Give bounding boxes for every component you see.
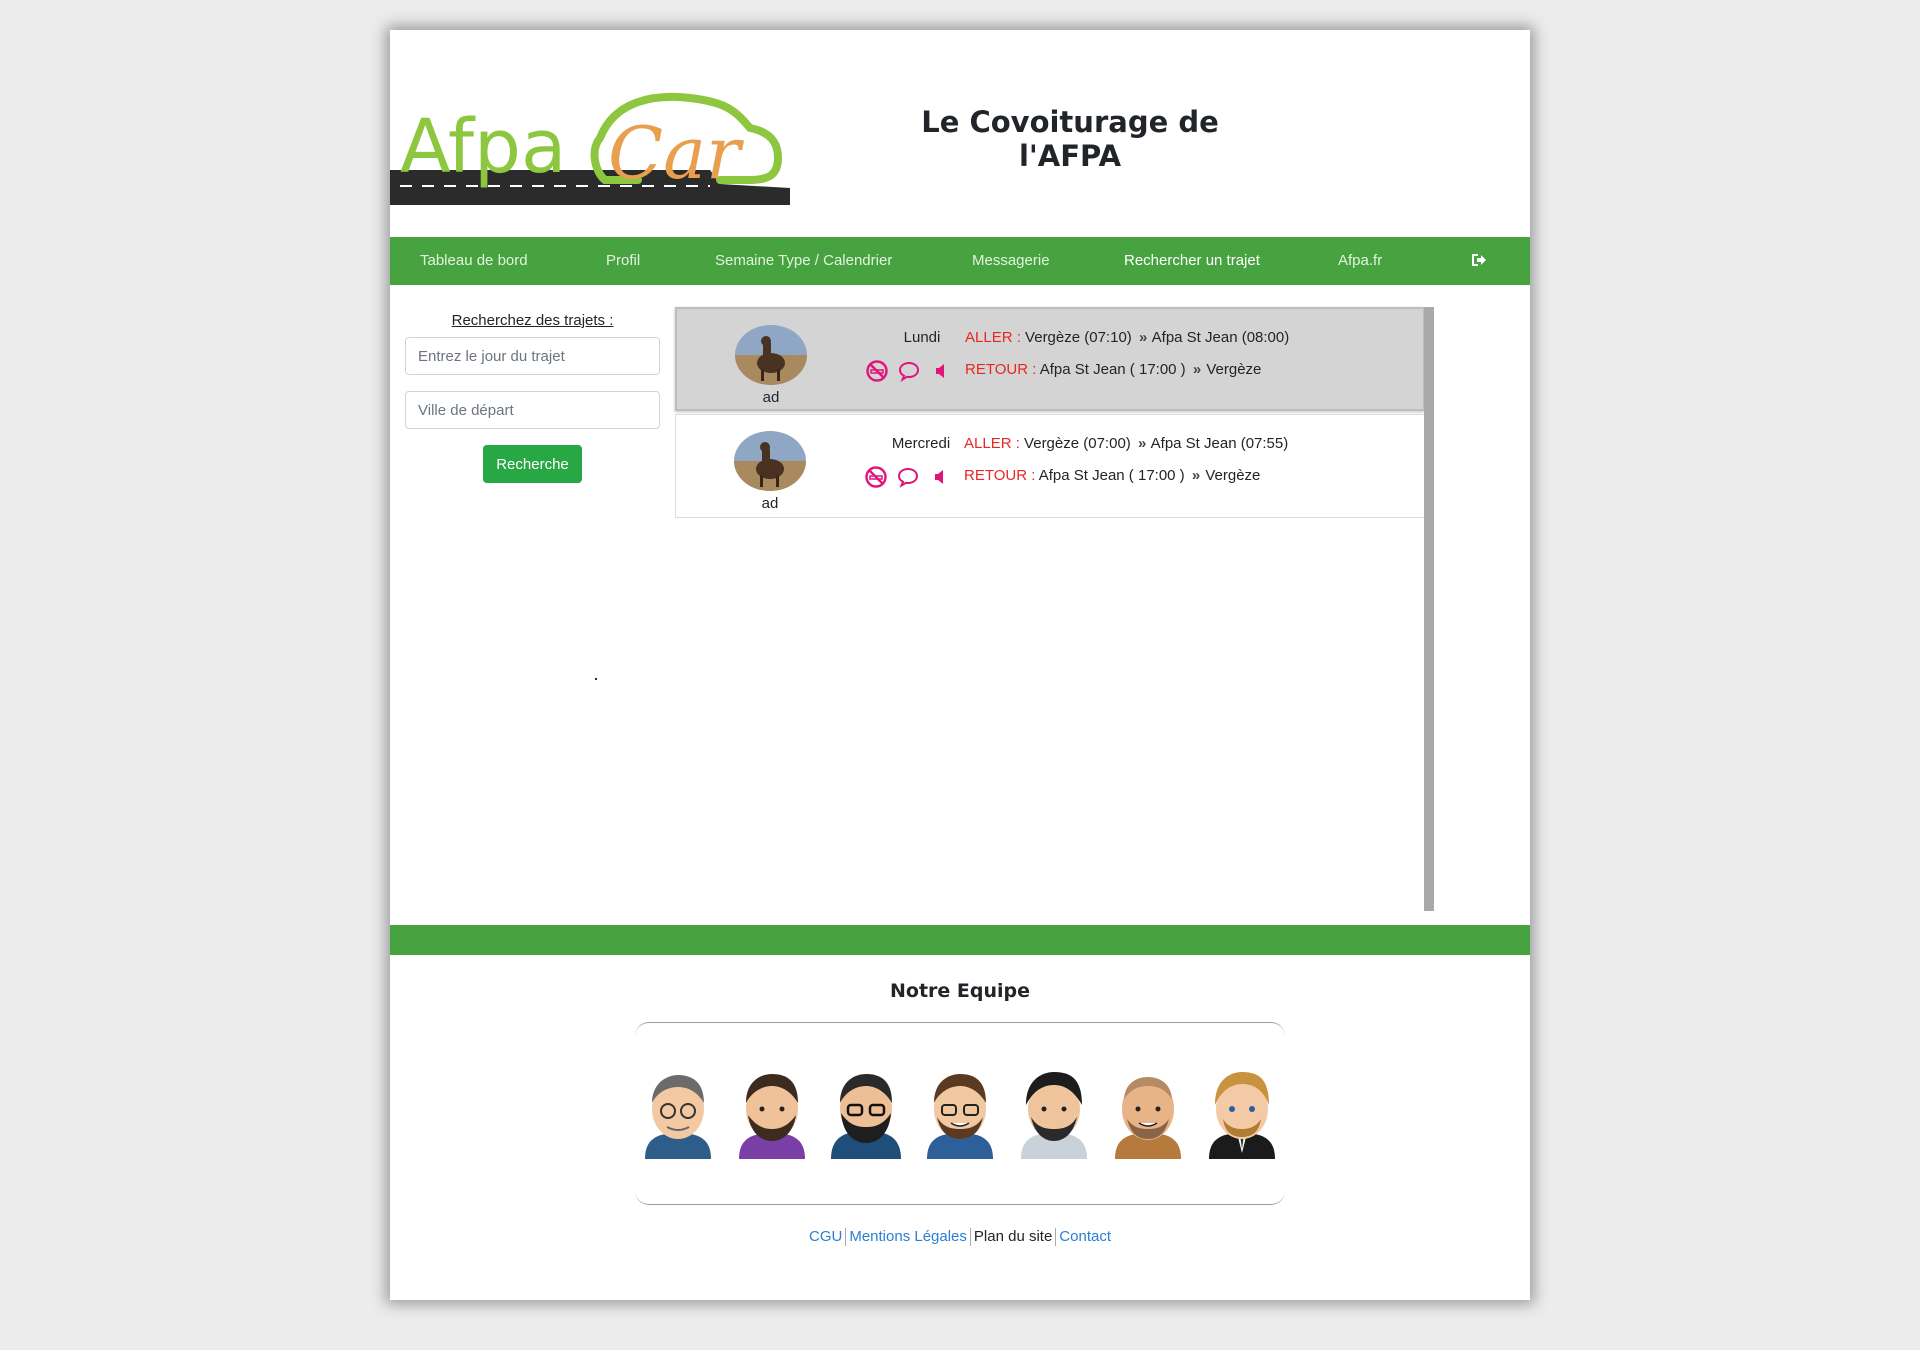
nav-semaine-type-calendrier[interactable]: Semaine Type / Calendrier [715,237,892,285]
team-title: Notre Equipe [889,980,1030,1002]
footer-link-contact[interactable]: Contact [1056,1228,1114,1245]
team-member-avatar [927,1074,993,1159]
retour-from: Afpa St Jean ( 17:00 ) [1039,361,1186,378]
aller-from: Vergèze (07:10) [1025,329,1132,346]
team-member-avatar [1021,1072,1087,1159]
team-member-avatar [1209,1072,1275,1159]
speaker-icon [936,364,944,378]
aller-to: Afpa St Jean (07:55) [1150,435,1289,452]
departure-city-input[interactable] [405,391,660,429]
retour-from: Afpa St Jean ( 17:00 ) [1038,467,1185,484]
retour-to: Vergèze [1206,361,1262,378]
stray-dot [595,678,597,680]
search-panel: Recherchez des trajets : Recherche [405,312,660,483]
chat-icon [898,361,920,382]
footer-band [390,925,1530,955]
aller-from: Vergèze (07:00) [1024,435,1131,452]
retour-label: RETOUR : [964,467,1036,484]
nav-afpa-fr[interactable]: Afpa.fr [1338,237,1382,285]
aller-to: Afpa St Jean (08:00) [1151,329,1290,346]
results-scrollbar[interactable] [1424,307,1434,911]
driver-name: ad [762,389,780,406]
nav-tableau-de-bord[interactable]: Tableau de bord [420,237,528,285]
search-title: Recherchez des trajets : [451,312,614,329]
route-arrow-icon: » [1138,329,1147,346]
main-navbar: Tableau de bord Profil Semaine Type / Ca… [390,237,1530,285]
no-smoking-icon [865,466,887,488]
site-title: Le Covoiturage de l'AFPA [921,105,1219,173]
trip-preferences [864,465,952,489]
trip-card[interactable]: ad Mercredi ALLER : Vergèze (07:00) » Af… [675,414,1425,518]
aller-route: ALLER : Vergèze (07:00) » Afpa St Jean (… [964,435,1288,452]
driver-name: ad [761,495,779,512]
retour-to: Vergèze [1205,467,1261,484]
afpacar-logo[interactable]: Afpa Car [390,80,790,220]
team-member-avatar [831,1074,901,1159]
page-container: Afpa Car Le Covoiturage de l'AFPA Tablea… [390,30,1530,1300]
no-smoking-icon [866,360,888,382]
retour-route: RETOUR : Afpa St Jean ( 17:00 ) » Vergèz… [964,467,1260,484]
trip-day: Lundi [903,329,941,346]
footer-links: CGU Mentions Légales Plan du site Contact [390,1228,1530,1247]
trip-card[interactable]: ad Lundi ALLER : Vergèze (07:10) » Afpa … [675,307,1425,411]
driver-avatar[interactable] [735,325,807,385]
trip-preferences [865,359,953,383]
aller-label: ALLER : [965,329,1021,346]
footer-link-plan-du-site[interactable]: Plan du site [971,1228,1055,1245]
footer-link-mentions-legales[interactable]: Mentions Légales [846,1228,970,1245]
nav-messagerie[interactable]: Messagerie [972,237,1050,285]
team-gallery [635,1022,1285,1205]
team-member-avatar [1115,1077,1181,1159]
sign-out-icon[interactable] [1470,252,1488,268]
day-input[interactable] [405,337,660,375]
aller-label: ALLER : [964,435,1020,452]
aller-route: ALLER : Vergèze (07:10) » Afpa St Jean (… [965,329,1289,346]
logo-text-car: Car [608,111,744,195]
header: Afpa Car Le Covoiturage de l'AFPA [390,30,1530,237]
team-member-avatar [739,1074,805,1159]
retour-route: RETOUR : Afpa St Jean ( 17:00 ) » Vergèz… [965,361,1261,378]
chat-icon [897,467,919,488]
driver-avatar[interactable] [734,431,806,491]
logo-text-afpa: Afpa [400,104,566,190]
footer-link-cgu[interactable]: CGU [806,1228,845,1245]
nav-rechercher-un-trajet[interactable]: Rechercher un trajet [1124,237,1260,285]
route-arrow-icon: » [1137,435,1146,452]
team-member-avatar [645,1075,711,1159]
retour-label: RETOUR : [965,361,1037,378]
trip-results-list: ad Lundi ALLER : Vergèze (07:10) » Afpa … [675,307,1434,911]
route-arrow-icon: » [1191,467,1200,484]
speaker-icon [935,470,943,484]
search-button[interactable]: Recherche [483,445,582,483]
nav-profil[interactable]: Profil [606,237,640,285]
trip-day: Mercredi [891,435,951,452]
route-arrow-icon: » [1192,361,1201,378]
